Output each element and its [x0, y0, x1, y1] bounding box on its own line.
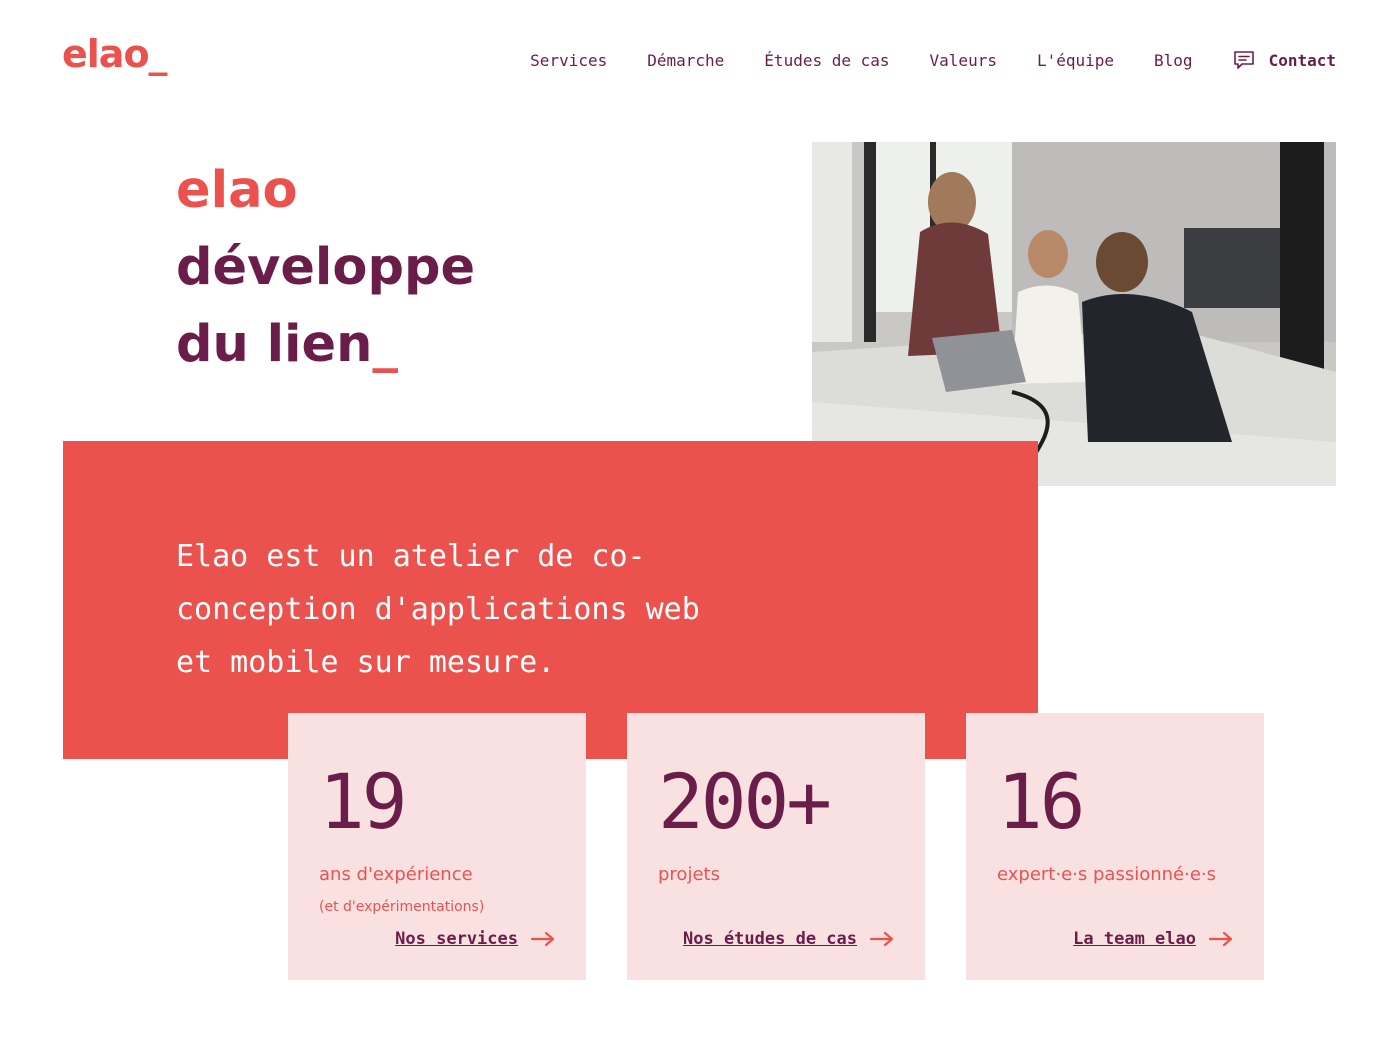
team-photo: [812, 142, 1336, 486]
team-link[interactable]: La team elao: [1073, 929, 1234, 949]
stat-label: ans d'expérience: [319, 864, 473, 885]
nav-etudes-de-cas[interactable]: Études de cas: [764, 51, 889, 70]
stat-number: 19: [319, 757, 407, 846]
stat-sub: (et d'expérimentations): [319, 899, 485, 915]
stat-card-experience: 19 ans d'expérience (et d'expérimentatio…: [288, 713, 586, 980]
logo[interactable]: elao_: [62, 32, 168, 76]
nav-valeurs[interactable]: Valeurs: [930, 51, 997, 70]
stat-card-team: 16 expert·e·s passionné·e·s La team elao: [966, 713, 1264, 980]
hero-cursor: _: [372, 315, 398, 374]
stat-card-projects: 200+ projets Nos études de cas: [627, 713, 925, 980]
stat-number: 200+: [658, 757, 832, 846]
hero-line-3-text: du lien: [176, 315, 373, 374]
hero-title: elao développe du lien_: [176, 152, 475, 383]
arrow-right-icon: [869, 931, 894, 947]
main-nav: Services Démarche Études de cas Valeurs …: [530, 50, 1336, 70]
nav-services[interactable]: Services: [530, 51, 607, 70]
arrow-right-icon: [530, 931, 555, 947]
hero-line-1: elao: [176, 161, 298, 220]
arrow-right-icon: [1208, 931, 1233, 947]
chat-icon: [1233, 51, 1254, 69]
intro-text: Elao est un atelier de co-conception d'a…: [176, 539, 700, 680]
team-photo-illustration: [812, 142, 1336, 486]
services-link[interactable]: Nos services: [395, 929, 556, 949]
team-link-label: La team elao: [1073, 929, 1196, 949]
services-link-label: Nos services: [395, 929, 518, 949]
case-studies-link[interactable]: Nos études de cas: [683, 929, 895, 949]
nav-demarche[interactable]: Démarche: [647, 51, 724, 70]
case-studies-link-label: Nos études de cas: [683, 929, 857, 949]
stat-label: expert·e·s passionné·e·s: [997, 864, 1216, 885]
stat-label: projets: [658, 864, 720, 885]
hero-line-3: du lien_: [176, 306, 475, 383]
nav-blog[interactable]: Blog: [1154, 51, 1193, 70]
hero-line-2: développe: [176, 238, 476, 297]
stat-number: 16: [997, 757, 1085, 846]
contact-label: Contact: [1268, 50, 1336, 70]
contact-link[interactable]: Contact: [1233, 50, 1336, 70]
nav-equipe[interactable]: L'équipe: [1037, 51, 1114, 70]
